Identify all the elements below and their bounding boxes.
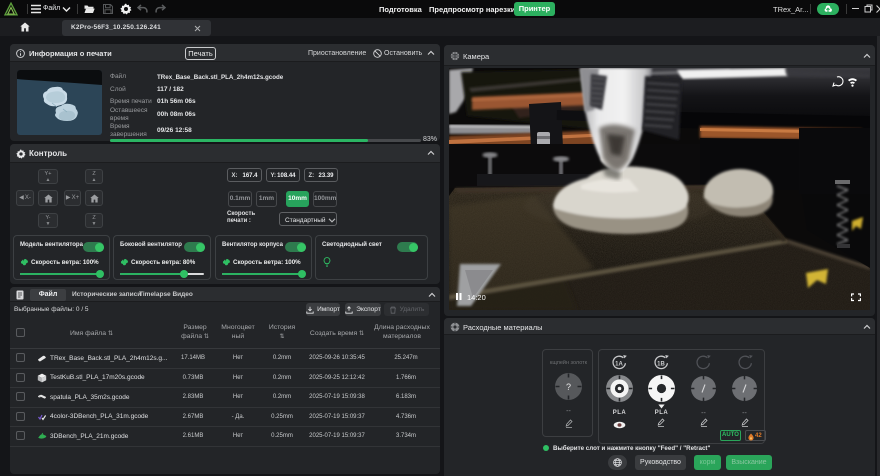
svg-text:?: ?	[566, 382, 571, 392]
svg-text:1B: 1B	[657, 362, 665, 368]
svg-text:14:20: 14:20	[467, 293, 486, 302]
svg-text:1A: 1A	[615, 362, 623, 368]
